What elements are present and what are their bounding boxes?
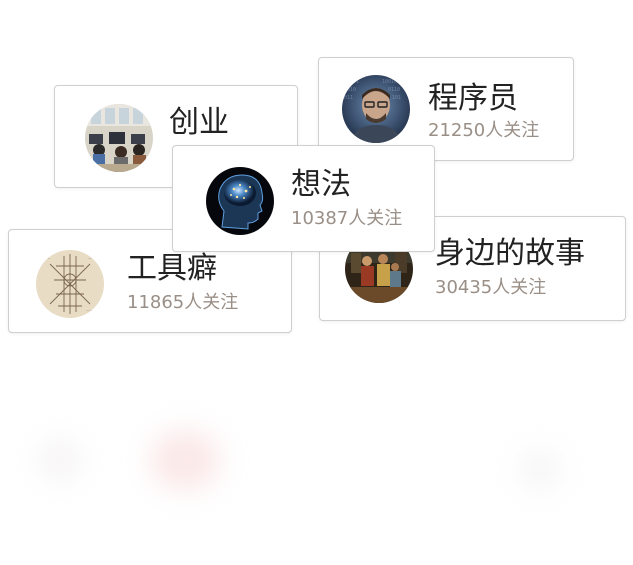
topic-followers: 30435人关注 (435, 277, 547, 298)
background-blur-spot (520, 450, 560, 490)
topic-title: 想法 (291, 167, 351, 202)
background-blur-spot (150, 430, 220, 490)
svg-text:10010: 10010 (382, 79, 397, 85)
office-team-photo-icon (85, 104, 153, 172)
svg-text:~~: ~~ (88, 256, 95, 261)
topic-title: 程序员 (428, 81, 518, 116)
topic-followers: 10387人关注 (291, 208, 403, 229)
brain-scan-icon (206, 167, 274, 235)
background-blur-spot (40, 440, 80, 480)
sketch-blueprint-icon: ~~~ ~~~ ~~ ~~ (36, 250, 104, 318)
svg-text:01101: 01101 (344, 79, 359, 85)
svg-text:~~~: ~~~ (40, 256, 50, 261)
svg-text:1010: 1010 (344, 87, 356, 93)
svg-text:101: 101 (392, 95, 401, 101)
topic-followers: 21250人关注 (428, 120, 540, 141)
svg-text:011: 011 (344, 95, 353, 101)
svg-text:0110: 0110 (388, 87, 400, 93)
topic-title: 工具癖 (127, 251, 217, 286)
topic-title: 创业 (169, 105, 229, 140)
programmer-photo-icon: 01101 10010 1010 0110 011 101 (342, 75, 410, 143)
svg-text:~~: ~~ (40, 306, 47, 311)
topic-followers: 11865人关注 (127, 292, 239, 313)
topic-card-xiangfa[interactable]: 想法 10387人关注 (172, 145, 435, 252)
svg-text:~~~: ~~~ (86, 308, 96, 313)
topic-title: 身边的故事 (435, 236, 585, 271)
